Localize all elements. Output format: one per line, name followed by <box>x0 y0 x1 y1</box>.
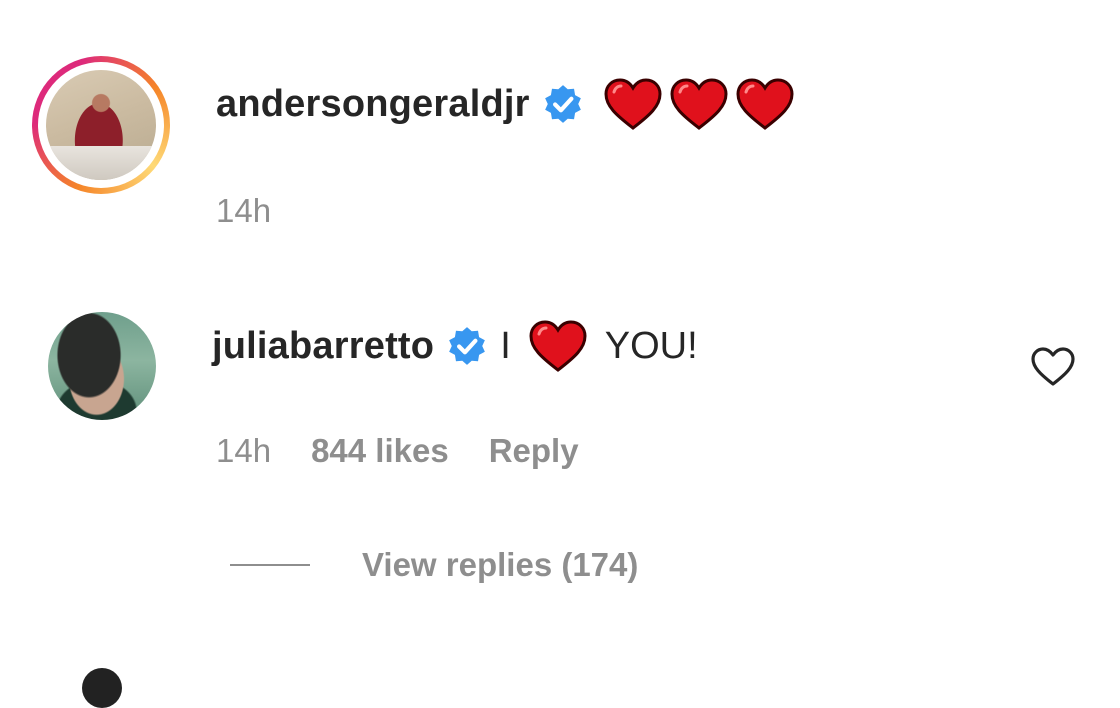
comment-text-suffix: YOU! <box>604 324 698 367</box>
heart-emoji-icon <box>670 78 728 130</box>
verified-badge-icon <box>544 85 581 123</box>
heart-emoji-icon <box>604 78 662 130</box>
comment-item: andersongeraldjr 14h <box>0 56 1120 246</box>
comment-text-prefix: I <box>500 324 511 367</box>
avatar[interactable] <box>82 668 122 708</box>
replies-divider <box>230 564 310 566</box>
avatar[interactable] <box>48 312 156 420</box>
heart-emoji-icon <box>529 320 587 372</box>
comment-username[interactable]: juliabarretto <box>212 325 434 368</box>
view-replies-label[interactable]: View replies (174) <box>362 546 638 584</box>
likes-count[interactable]: 844 likes <box>311 432 449 470</box>
avatar-story-ring[interactable] <box>32 56 170 194</box>
avatar[interactable] <box>46 70 156 180</box>
comment-username[interactable]: andersongeraldjr <box>216 83 530 126</box>
comment-item: juliabarretto I YOU! 14h 844 likes Reply… <box>0 312 1120 583</box>
comment-timestamp[interactable]: 14h <box>216 192 271 230</box>
view-replies-button[interactable]: View replies (174) <box>230 546 638 584</box>
verified-badge-icon <box>449 327 486 365</box>
heart-emoji-icon <box>736 78 794 130</box>
reply-button[interactable]: Reply <box>489 432 579 470</box>
comment-timestamp[interactable]: 14h <box>216 432 271 470</box>
heart-outline-icon[interactable] <box>1030 346 1076 388</box>
